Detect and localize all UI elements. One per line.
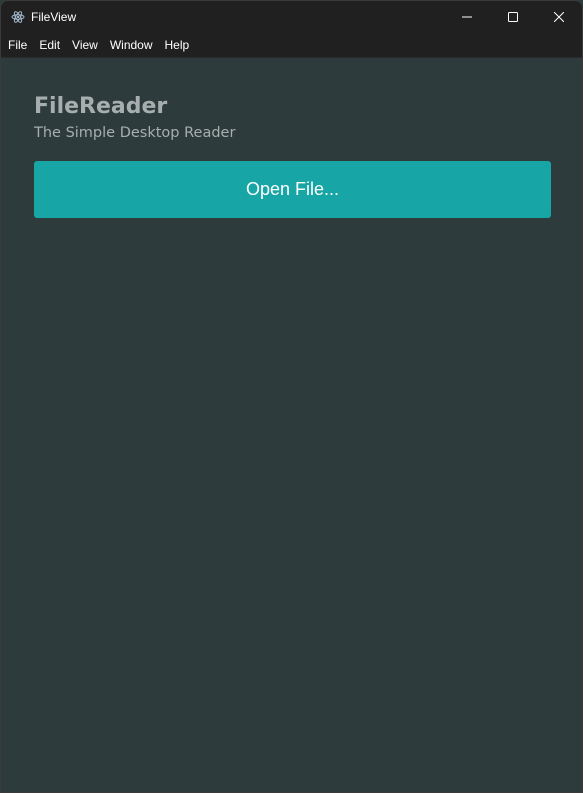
close-button[interactable] bbox=[536, 1, 582, 32]
minimize-icon bbox=[462, 7, 472, 26]
menu-view[interactable]: View bbox=[72, 38, 98, 52]
menu-window[interactable]: Window bbox=[110, 38, 153, 52]
title-bar[interactable]: FileView bbox=[1, 1, 582, 32]
menu-help[interactable]: Help bbox=[165, 38, 190, 52]
app-subtitle: The Simple Desktop Reader bbox=[34, 125, 236, 141]
window-title: FileView bbox=[31, 9, 77, 24]
open-file-button[interactable]: Open File... bbox=[34, 161, 551, 218]
menu-bar: File Edit View Window Help bbox=[1, 32, 582, 58]
app-window: FileView File Edit View Window Help File… bbox=[0, 0, 583, 793]
electron-atom-icon bbox=[11, 10, 25, 24]
close-icon bbox=[553, 7, 565, 26]
main-content: FileReader The Simple Desktop Reader Ope… bbox=[1, 58, 582, 792]
menu-file[interactable]: File bbox=[8, 38, 27, 52]
minimize-button[interactable] bbox=[444, 1, 490, 32]
window-controls bbox=[444, 1, 582, 32]
maximize-icon bbox=[508, 7, 518, 26]
menu-edit[interactable]: Edit bbox=[39, 38, 60, 52]
maximize-button[interactable] bbox=[490, 1, 536, 32]
app-title: FileReader bbox=[34, 94, 168, 119]
